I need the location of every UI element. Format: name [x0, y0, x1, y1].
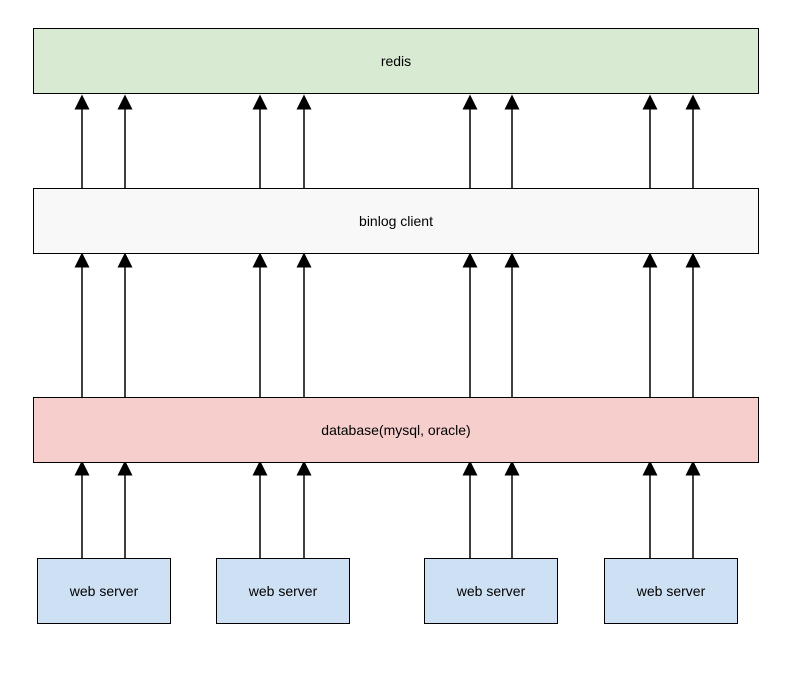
- redis-box: redis: [33, 28, 759, 94]
- database-label: database(mysql, oracle): [321, 422, 470, 438]
- web-server-label: web server: [70, 583, 138, 599]
- web-server-box-3: web server: [424, 558, 558, 624]
- arrows-binlog-to-redis: [82, 102, 693, 188]
- web-server-box-4: web server: [604, 558, 738, 624]
- arrows-db-to-binlog: [82, 260, 693, 397]
- database-box: database(mysql, oracle): [33, 397, 759, 463]
- web-server-label: web server: [457, 583, 525, 599]
- binlog-client-label: binlog client: [359, 213, 433, 229]
- web-server-box-1: web server: [37, 558, 171, 624]
- web-server-label: web server: [637, 583, 705, 599]
- web-server-label: web server: [249, 583, 317, 599]
- arrows-web-to-db: [82, 468, 693, 558]
- binlog-client-box: binlog client: [33, 188, 759, 254]
- redis-label: redis: [381, 53, 411, 69]
- web-server-box-2: web server: [216, 558, 350, 624]
